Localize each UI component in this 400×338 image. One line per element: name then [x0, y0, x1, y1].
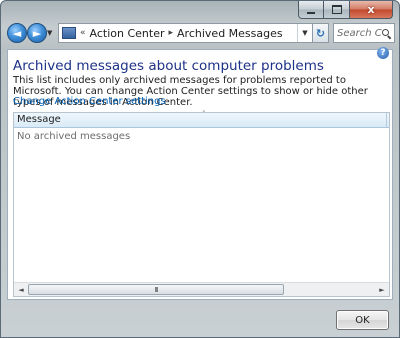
refresh-icon: ↻	[315, 26, 326, 40]
dialog-footer: OK	[1, 301, 399, 337]
close-button[interactable]: x	[350, 1, 393, 19]
minimize-icon	[307, 11, 315, 14]
search-icon[interactable]	[382, 28, 391, 38]
page-title: Archived messages about computer problem…	[13, 58, 324, 74]
scroll-left-icon[interactable]: ◄	[15, 284, 27, 295]
empty-list-message: No archived messages	[17, 131, 131, 142]
column-divider[interactable]	[386, 113, 387, 127]
forward-arrow-icon: ►	[32, 26, 42, 40]
help-glyph: ?	[380, 48, 386, 58]
change-action-center-settings-link[interactable]: Change Action Center settings	[13, 96, 166, 107]
maximize-icon	[331, 5, 342, 14]
refresh-button[interactable]: ↻	[313, 23, 329, 43]
breadcrumb-archived-messages[interactable]: Archived Messages	[177, 27, 283, 40]
control-panel-icon	[62, 27, 76, 39]
recent-pages-dropdown-icon[interactable]: ▼	[47, 29, 52, 37]
window-frame: x ◄ ► ▼ « Action Center ▸ Archived Messa…	[0, 0, 400, 338]
message-column-label: Message	[17, 114, 61, 125]
messages-list[interactable]: Message ˄ No archived messages ◄ III ►	[13, 110, 390, 297]
breadcrumb-separator-icon[interactable]: ▸	[169, 28, 174, 38]
scroll-right-icon[interactable]: ►	[376, 284, 388, 295]
breadcrumb-overflow-icon[interactable]: «	[80, 28, 86, 38]
horizontal-scrollbar[interactable]: ◄ III ►	[14, 282, 389, 296]
search-box[interactable]: Search Con...	[333, 23, 395, 43]
close-icon: x	[367, 3, 375, 16]
content-pane: ? Archived messages about computer probl…	[7, 47, 393, 300]
back-arrow-icon: ◄	[12, 26, 22, 40]
search-input[interactable]: Search Con...	[337, 28, 382, 39]
ok-button[interactable]: OK	[336, 310, 389, 330]
scrollbar-grip-icon: III	[154, 285, 158, 294]
breadcrumb-action-center[interactable]: Action Center	[90, 27, 165, 40]
message-column-header[interactable]: Message ˄	[14, 110, 389, 128]
help-icon[interactable]: ?	[377, 47, 389, 59]
navigation-bar: ◄ ► ▼ « Action Center ▸ Archived Message…	[7, 21, 395, 45]
forward-button[interactable]: ►	[27, 23, 47, 43]
address-dropdown-icon[interactable]: ▼	[297, 24, 312, 42]
scrollbar-thumb[interactable]: III	[28, 284, 284, 295]
caption-buttons: x	[298, 1, 393, 19]
address-bar[interactable]: « Action Center ▸ Archived Messages ▼	[58, 23, 313, 43]
maximize-button[interactable]	[324, 1, 350, 19]
minimize-button[interactable]	[298, 1, 324, 19]
back-button[interactable]: ◄	[7, 23, 27, 43]
sort-arrow-icon: ˄	[202, 110, 206, 118]
